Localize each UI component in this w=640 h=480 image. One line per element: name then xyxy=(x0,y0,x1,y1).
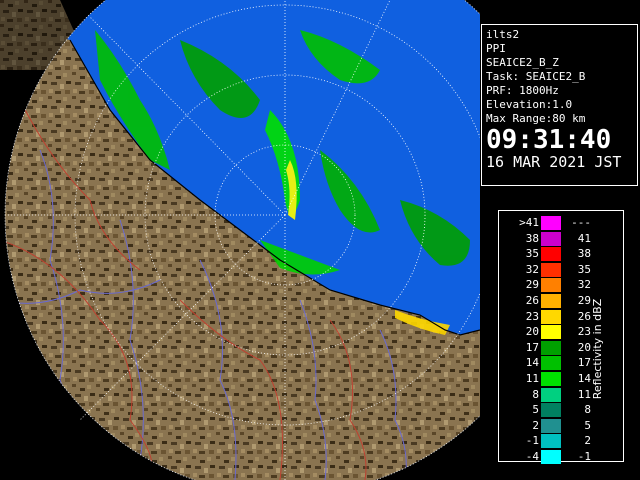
legend-title: Reflectivity in dBZ xyxy=(591,298,604,400)
legend-lower-bound: 35 xyxy=(525,247,539,261)
legend-row: >41 --- xyxy=(507,215,597,231)
legend-color-swatch xyxy=(541,418,561,433)
legend-row: 14 17 xyxy=(507,355,597,371)
radar-info-panel: ilts2 PPI SEAICE2_B_Z Task: SEAICE2_B PR… xyxy=(481,24,638,186)
task-name: Task: SEAICE2_B xyxy=(486,70,586,83)
legend-upper-bound: 11 xyxy=(577,387,591,401)
legend-row: 58 xyxy=(507,402,597,418)
legend-lower-bound: 5 xyxy=(532,403,539,417)
legend-lower-bound: 32 xyxy=(525,262,539,276)
legend-row: 35 38 xyxy=(507,246,597,262)
scan-date: 16 MAR 2021 JST xyxy=(486,153,622,171)
legend-color-swatch xyxy=(541,403,561,418)
legend-lower-bound: 20 xyxy=(525,325,539,339)
reflectivity-legend: >41 --- 38 41 35 38 32 35 29 32 26 29 23 26 20 23 17 20 14… xyxy=(498,210,624,465)
legend-color-swatch xyxy=(541,449,561,464)
legend-upper-bound: 8 xyxy=(584,403,591,417)
legend-upper-bound: 5 xyxy=(584,418,591,432)
legend-lower-bound: -4 xyxy=(525,449,539,463)
legend-color-swatch xyxy=(541,434,561,449)
legend-lower-bound: 14 xyxy=(525,356,539,370)
legend-upper-bound: 2 xyxy=(584,434,591,448)
legend-lower-bound: 38 xyxy=(525,231,539,245)
legend-row: 8 11 xyxy=(507,387,597,403)
legend-row: 11 14 xyxy=(507,371,597,387)
legend-lower-bound: -1 xyxy=(525,434,539,448)
legend-color-swatch xyxy=(541,387,561,402)
legend-color-swatch xyxy=(541,262,561,277)
radar-map xyxy=(0,0,480,480)
config-name: SEAICE2_B_Z xyxy=(486,56,559,69)
legend-color-swatch xyxy=(541,309,561,324)
legend-upper-bound: --- xyxy=(571,216,591,229)
legend-lower-bound: 26 xyxy=(525,293,539,307)
elevation-value: Elevation:1.0 xyxy=(486,98,573,111)
legend-upper-bound: 26 xyxy=(577,309,591,323)
legend-upper-bound: 35 xyxy=(577,262,591,276)
legend-upper-bound: -1 xyxy=(577,449,591,463)
legend-lower-bound: 29 xyxy=(525,278,539,292)
legend-lower-bound: >41 xyxy=(519,216,539,229)
legend-upper-bound: 29 xyxy=(577,293,591,307)
legend-lower-bound: 2 xyxy=(532,418,539,432)
legend-lower-bound: 23 xyxy=(525,309,539,323)
legend-row: -1 2 xyxy=(507,433,597,449)
legend-lower-bound: 17 xyxy=(525,340,539,354)
legend-color-swatch xyxy=(541,278,561,293)
legend-upper-bound: 14 xyxy=(577,371,591,385)
legend-row: 32 35 xyxy=(507,262,597,278)
legend-color-swatch xyxy=(541,216,561,230)
legend-lower-bound: 11 xyxy=(525,371,539,385)
legend-row: 25 xyxy=(507,418,597,434)
legend-color-swatch xyxy=(541,356,561,371)
radar-ppi-display[interactable] xyxy=(0,0,480,480)
legend-lower-bound: 8 xyxy=(532,387,539,401)
legend-row: 38 41 xyxy=(507,231,597,247)
max-range-value: Max Range:80 km xyxy=(486,112,586,125)
legend-upper-bound: 32 xyxy=(577,278,591,292)
site-name: ilts2 xyxy=(486,28,520,41)
prf-value: PRF: 1800Hz xyxy=(486,84,559,97)
product-type: PPI xyxy=(486,42,506,55)
legend-color-swatch xyxy=(541,340,561,355)
legend-upper-bound: 17 xyxy=(577,356,591,370)
legend-upper-bound: 38 xyxy=(577,247,591,261)
legend-row: 20 23 xyxy=(507,324,597,340)
scan-time: 09:31:40 xyxy=(486,125,612,155)
legend-color-swatch xyxy=(541,371,561,386)
legend-upper-bound: 41 xyxy=(577,231,591,245)
legend-row: 26 29 xyxy=(507,293,597,309)
legend-row: 23 26 xyxy=(507,309,597,325)
legend-row: 29 32 xyxy=(507,277,597,293)
legend-color-swatch xyxy=(541,293,561,308)
legend-rows: >41 --- 38 41 35 38 32 35 29 32 26 29 23 26 20 23 17 20 14… xyxy=(507,215,597,465)
legend-color-swatch xyxy=(541,247,561,262)
legend-color-swatch xyxy=(541,325,561,340)
legend-upper-bound: 23 xyxy=(577,325,591,339)
legend-row: -4 -1 xyxy=(507,449,597,465)
legend-row: 17 20 xyxy=(507,340,597,356)
legend-color-swatch xyxy=(541,231,561,246)
legend-upper-bound: 20 xyxy=(577,340,591,354)
